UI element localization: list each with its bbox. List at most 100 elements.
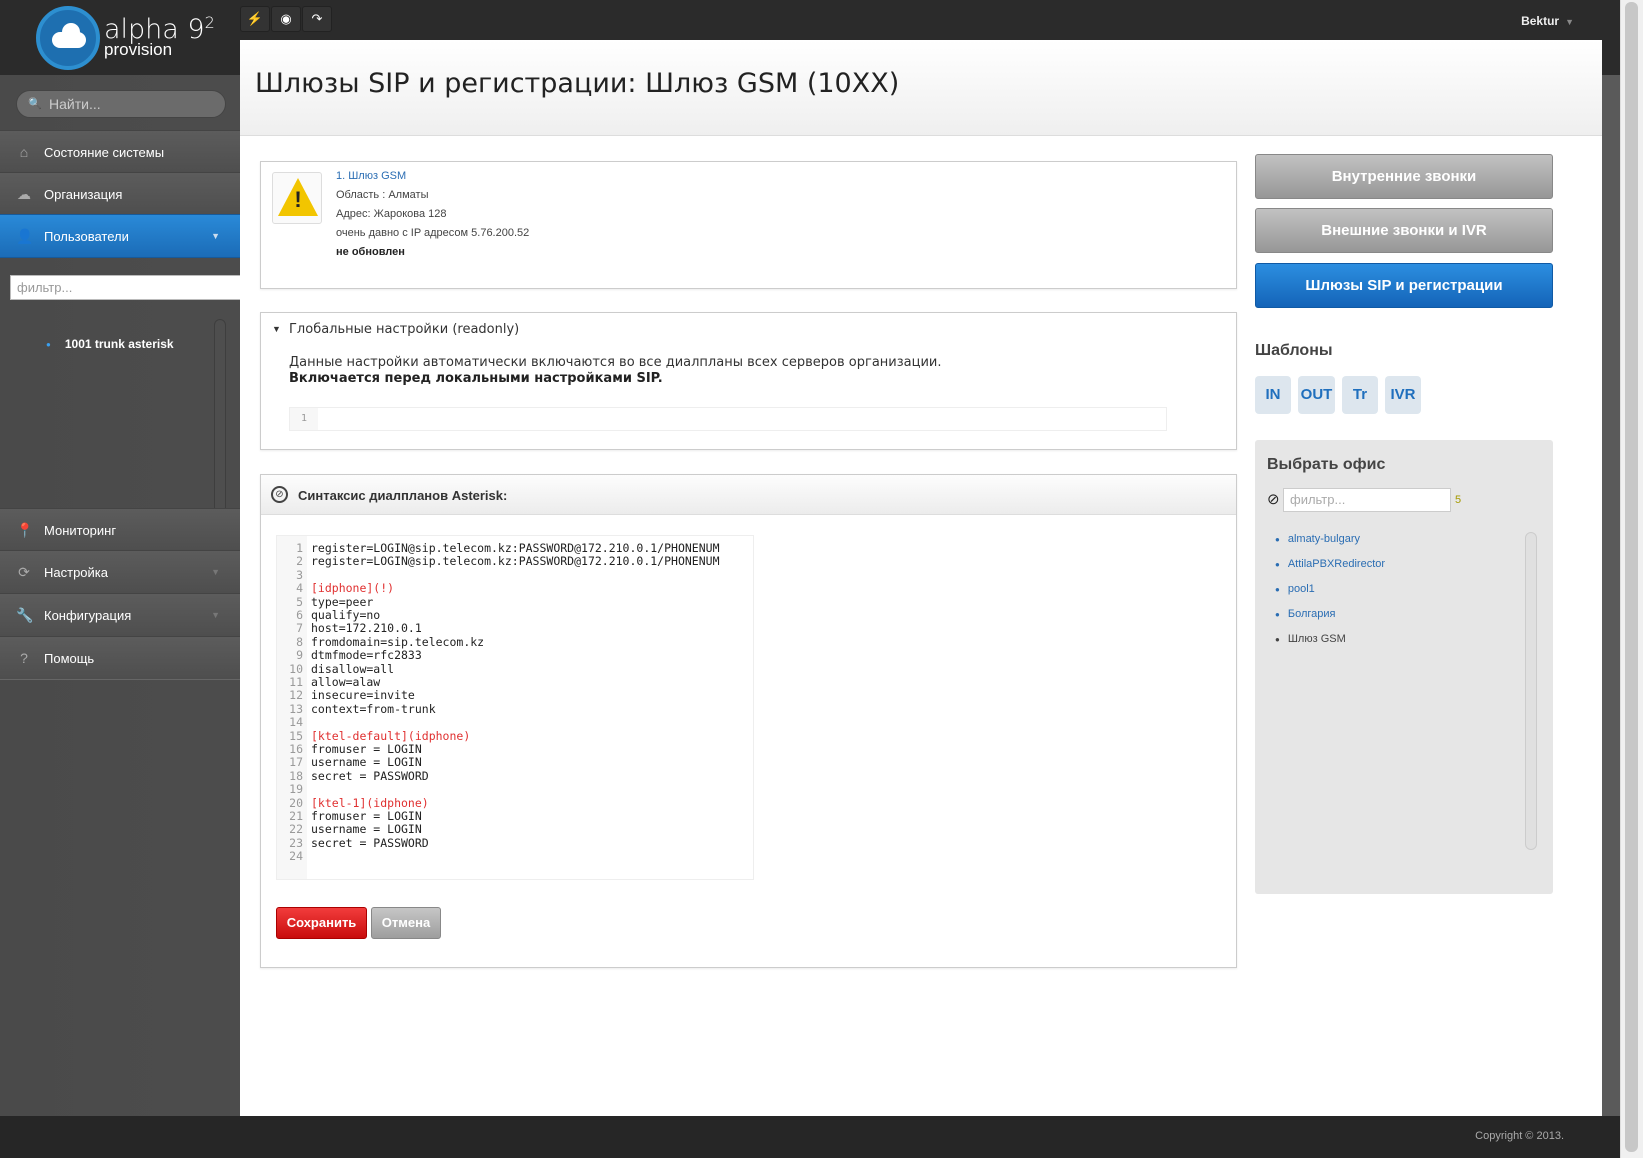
tree-scrollbar[interactable]	[214, 319, 226, 513]
code-line: 10 disallow=all	[277, 662, 394, 676]
scrollbar-thumb[interactable]	[1625, 2, 1638, 1152]
logo[interactable]: alpha 92 provision	[36, 6, 236, 70]
line-number: 3	[296, 567, 303, 582]
line-number: 21	[289, 809, 303, 823]
sidebar-item-system-status[interactable]: ⌂ Состояние системы	[0, 130, 240, 174]
global-code-editor[interactable]: 1	[289, 407, 1167, 431]
warning-icon: !	[272, 172, 322, 224]
sidebar-item-label: Пользователи	[44, 228, 129, 244]
line-number: 7	[296, 621, 303, 636]
code-line: 4 [idphone](!)	[277, 581, 394, 596]
sidebar-item-organization[interactable]: ☁ Организация	[0, 172, 240, 216]
code-text: register=LOGIN@sip.telecom.kz:PASSWORD@1…	[311, 541, 720, 555]
line-number: 1	[290, 408, 318, 430]
office-scrollbar[interactable]	[1525, 532, 1537, 850]
templates-title: Шаблоны	[1255, 342, 1333, 359]
caret-down-icon[interactable]: ▼	[272, 324, 281, 334]
bolt-icon[interactable]: ⚡	[240, 6, 270, 32]
code-text: secret = PASSWORD	[311, 835, 429, 850]
sidebar-item-monitoring[interactable]: 📍 Мониторинг	[0, 508, 240, 552]
save-button[interactable]: Сохранить	[276, 907, 367, 939]
line-number: 15	[289, 728, 303, 743]
office-item[interactable]: ● almaty-bulgary	[1275, 533, 1360, 545]
footer: Copyright © 2013.	[0, 1116, 1620, 1158]
code-line: 13 context=from-trunk	[277, 701, 435, 716]
compass-icon: ⊘	[271, 486, 288, 503]
sidebar-item-label: Настройка	[44, 564, 108, 580]
line-number: 14	[289, 715, 303, 730]
compass-icon: ⊘	[1267, 491, 1280, 508]
search-input[interactable]: Найти...	[16, 90, 226, 118]
line-number: 5	[296, 594, 303, 609]
code-line: 14	[277, 715, 303, 729]
redo-icon[interactable]: ↷	[302, 6, 332, 32]
sidebar-item-users[interactable]: 👤 Пользователи ▼	[0, 214, 240, 258]
code-line: 7 host=172.210.0.1	[277, 621, 422, 636]
line-number: 20	[289, 795, 303, 810]
office-count: 5	[1455, 494, 1462, 506]
eye-icon[interactable]: ◉	[271, 6, 301, 32]
code-line: 5 type=peer	[277, 594, 373, 609]
sip-gateways-button[interactable]: Шлюзы SIP и регистрации	[1255, 263, 1553, 308]
code-text: context=from-trunk	[311, 701, 436, 716]
template-tr-button[interactable]: Tr	[1342, 376, 1378, 414]
line-number: 24	[289, 849, 303, 864]
sidebar-item-help[interactable]: ? Помощь	[0, 636, 240, 680]
pin-icon: 📍	[16, 521, 34, 538]
line-number: 4	[296, 581, 303, 596]
office-item[interactable]: ● Болгария	[1275, 608, 1335, 620]
office-item[interactable]: ● AttilaPBXRedirector	[1275, 558, 1385, 570]
global-settings-note: Включается перед локальными настройками …	[289, 371, 663, 386]
code-text: username = LOGIN	[311, 822, 422, 837]
code-line: 2 register=LOGIN@sip.telecom.kz:PASSWORD@…	[277, 554, 719, 568]
code-line: 15 [ktel-default](idphone)	[277, 728, 470, 743]
sidebar-item-label: Помощь	[44, 650, 95, 666]
office-filter-input[interactable]: фильтр...	[1283, 488, 1451, 512]
code-text: disallow=all	[311, 661, 395, 676]
user-name: Bektur	[1521, 14, 1560, 28]
refresh-icon: ⟳	[18, 563, 30, 580]
template-in-button[interactable]: IN	[1255, 376, 1291, 414]
bullet-icon: ●	[1275, 584, 1280, 594]
sidebar-item-settings[interactable]: ⟳ Настройка ▼	[0, 550, 240, 594]
code-editor[interactable]: 1 register=LOGIN@sip.telecom.kz:PASSWORD@…	[276, 535, 754, 880]
cancel-button[interactable]: Отмена	[371, 907, 441, 939]
chevron-down-icon: ▼	[211, 231, 220, 241]
line-number: 13	[289, 701, 303, 716]
internal-calls-button[interactable]: Внутренние звонки	[1255, 154, 1553, 199]
sidebar-item-configuration[interactable]: 🔧 Конфигурация ▼	[0, 593, 240, 637]
code-line: 9 dtmfmode=rfc2833	[277, 648, 422, 662]
office-item[interactable]: ● pool1	[1275, 583, 1315, 595]
line-number: 1	[296, 541, 303, 555]
copyright: Copyright © 2013.	[1475, 1130, 1564, 1142]
external-calls-ivr-button[interactable]: Внешние звонки и IVR	[1255, 208, 1553, 253]
gateway-status: не обновлен	[336, 246, 405, 258]
global-settings-title[interactable]: Глобальные настройки (readonly)	[289, 322, 519, 337]
code-text: allow=alaw	[311, 675, 381, 689]
template-ivr-button[interactable]: IVR	[1385, 376, 1421, 414]
users-filter-input[interactable]: фильтр...	[10, 275, 242, 300]
code-text: register=LOGIN@sip.telecom.kz:PASSWORD@1…	[311, 554, 720, 569]
cloud-icon: ☁	[17, 185, 31, 202]
code-text: [ktel-1](idphone)	[311, 795, 429, 810]
template-out-button[interactable]: OUT	[1298, 376, 1335, 414]
code-text: type=peer	[311, 594, 374, 609]
user-icon: 👤	[16, 227, 34, 244]
code-text: secret = PASSWORD	[311, 768, 429, 783]
code-line: 21 fromuser = LOGIN	[277, 809, 422, 823]
code-line: 23 secret = PASSWORD	[277, 836, 429, 850]
global-settings-desc: Данные настройки автоматически включаютс…	[289, 355, 942, 370]
code-line: 12 insecure=invite	[277, 688, 415, 702]
chevron-down-icon: ▼	[211, 567, 220, 577]
page-scrollbar[interactable]	[1620, 0, 1643, 1158]
bullet-icon: ●	[1275, 534, 1280, 544]
code-line: 11 allow=alaw	[277, 675, 380, 689]
user-menu[interactable]: Bektur ▼	[1521, 14, 1574, 28]
gateway-link[interactable]: 1. Шлюз GSM	[336, 170, 406, 182]
sidebar-item-label: Мониторинг	[44, 522, 117, 538]
search-icon: 🔍	[28, 98, 42, 110]
sidebar-item-label: Состояние системы	[44, 144, 165, 160]
syntax-title: Синтаксис диалпланов Asterisk:	[298, 488, 508, 503]
tree-item[interactable]: ● 1001 trunk asterisk	[46, 337, 174, 351]
global-settings-panel: ▼ Глобальные настройки (readonly) Данные…	[260, 312, 1237, 450]
